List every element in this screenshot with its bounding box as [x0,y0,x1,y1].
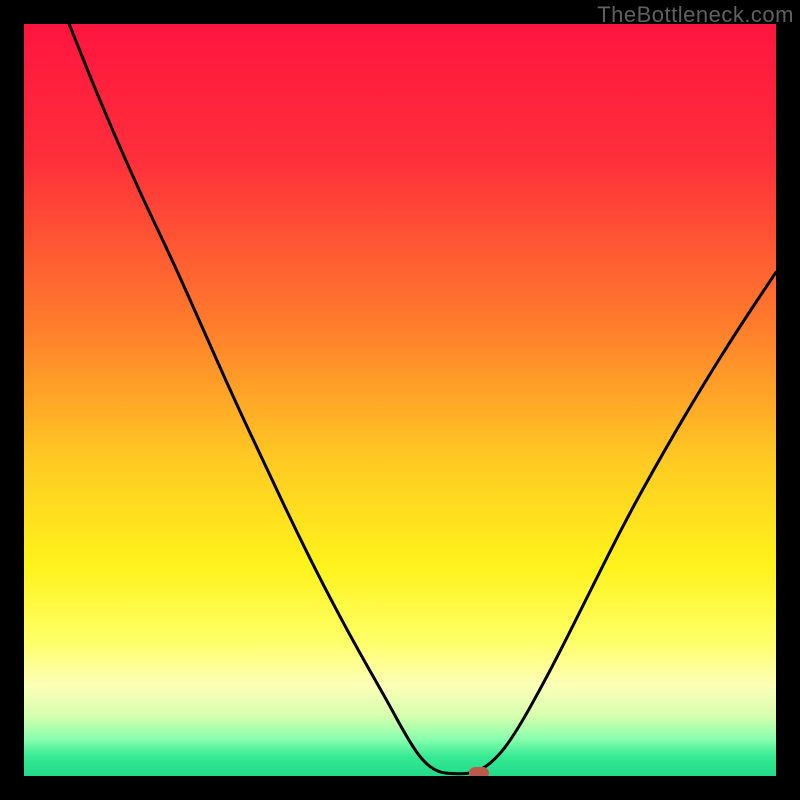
bottleneck-curve-chart [24,24,776,776]
optimal-marker [469,767,489,776]
gradient-background [24,24,776,776]
chart-container: TheBottleneck.com [0,0,800,800]
watermark-text: TheBottleneck.com [597,2,794,28]
plot-area [24,24,776,776]
